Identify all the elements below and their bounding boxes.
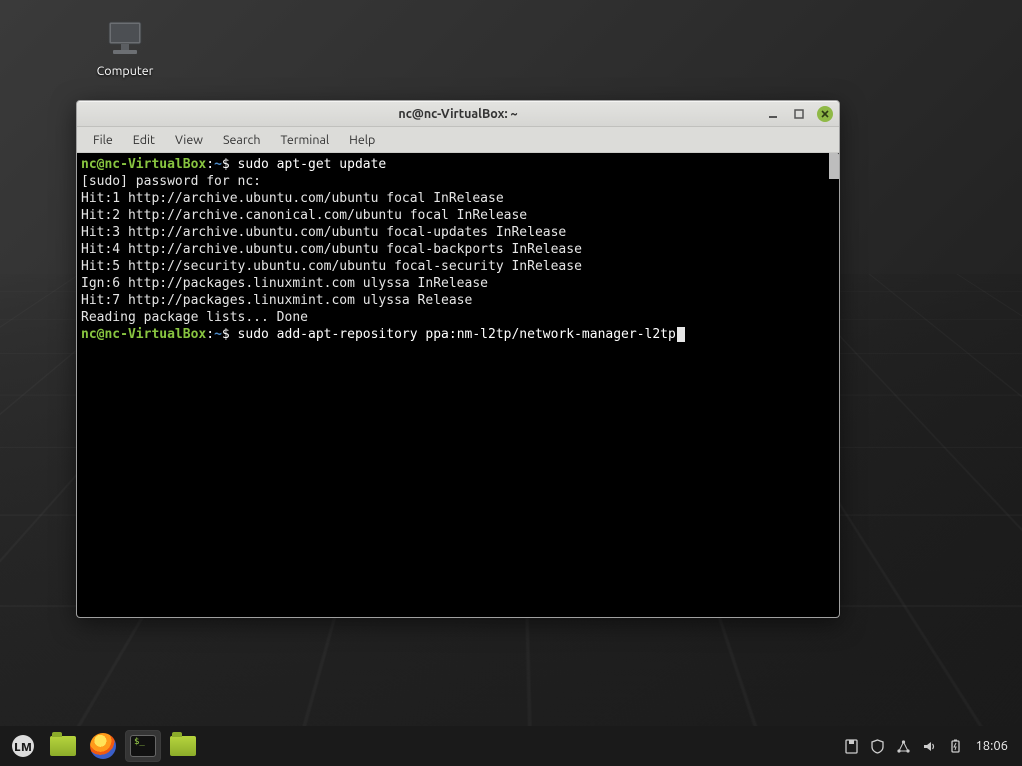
files-icon [170,736,196,756]
taskbar: ʟᴍ [0,726,1022,766]
tray-power[interactable] [947,738,963,754]
desktop-icon-label: Computer [85,64,165,78]
terminal-line: nc@nc-VirtualBox:~$ sudo add-apt-reposit… [81,326,835,343]
network-icon [896,739,911,754]
tray-removable-media[interactable] [843,738,859,754]
menu-button[interactable]: ʟᴍ [6,731,40,761]
menu-terminal[interactable]: Terminal [271,130,340,150]
terminal-output: [sudo] password for nc: [81,173,835,190]
menu-view[interactable]: View [165,130,213,150]
tray-security[interactable] [869,738,885,754]
terminal-output: Reading package lists... Done [81,309,835,326]
computer-icon [103,20,147,60]
launcher-terminal[interactable] [126,731,160,761]
tray-volume[interactable] [921,738,937,754]
window-minimize-button[interactable] [765,106,781,122]
terminal-command: sudo apt-get update [238,157,387,172]
terminal-scrollbar[interactable] [829,153,839,179]
removable-media-icon [844,739,859,754]
menu-search[interactable]: Search [213,130,271,150]
prompt-user: nc@nc-VirtualBox [81,157,206,172]
terminal-output: Hit:4 http://archive.ubuntu.com/ubuntu f… [81,241,835,258]
window-title: nc@nc-VirtualBox: ~ [77,107,839,121]
prompt-path: ~ [214,157,222,172]
terminal-output: Hit:1 http://archive.ubuntu.com/ubuntu f… [81,190,835,207]
minimize-icon [768,109,778,119]
window-menubar: File Edit View Search Terminal Help [77,127,839,153]
window-titlebar[interactable]: nc@nc-VirtualBox: ~ [77,101,839,127]
terminal-output: Hit:5 http://security.ubuntu.com/ubuntu … [81,258,835,275]
terminal-output: Ign:6 http://packages.linuxmint.com ulys… [81,275,835,292]
prompt-user: nc@nc-VirtualBox [81,327,206,342]
tray-network[interactable] [895,738,911,754]
panel-clock[interactable]: 18:06 [973,739,1010,753]
svg-text:ʟᴍ: ʟᴍ [14,738,32,755]
files-icon [50,736,76,756]
window-maximize-button[interactable] [791,106,807,122]
terminal-output: Hit:2 http://archive.canonical.com/ubunt… [81,207,835,224]
firefox-icon [90,733,116,759]
menu-help[interactable]: Help [339,130,385,150]
window-close-button[interactable] [817,106,833,122]
terminal-cursor [677,327,685,342]
terminal-viewport[interactable]: nc@nc-VirtualBox:~$ sudo apt-get update … [77,153,839,617]
shield-icon [870,739,885,754]
terminal-line: nc@nc-VirtualBox:~$ sudo apt-get update [81,156,835,173]
launcher-files-2[interactable] [166,731,200,761]
terminal-window: nc@nc-VirtualBox: ~ File Edit View Searc… [76,100,840,618]
terminal-command: sudo add-apt-repository ppa:nm-l2tp/netw… [238,327,676,342]
launcher-files[interactable] [46,731,80,761]
terminal-output: Hit:7 http://packages.linuxmint.com ulys… [81,292,835,309]
menu-file[interactable]: File [83,130,123,150]
desktop-icon-computer[interactable]: Computer [85,20,165,78]
prompt-path: ~ [214,327,222,342]
terminal-output: Hit:3 http://archive.ubuntu.com/ubuntu f… [81,224,835,241]
close-icon [821,110,829,118]
launcher-firefox[interactable] [86,731,120,761]
volume-icon [922,739,937,754]
terminal-icon [130,735,156,757]
maximize-icon [794,109,804,119]
mint-menu-icon: ʟᴍ [11,734,35,758]
menu-edit[interactable]: Edit [123,130,165,150]
battery-icon [948,739,963,754]
